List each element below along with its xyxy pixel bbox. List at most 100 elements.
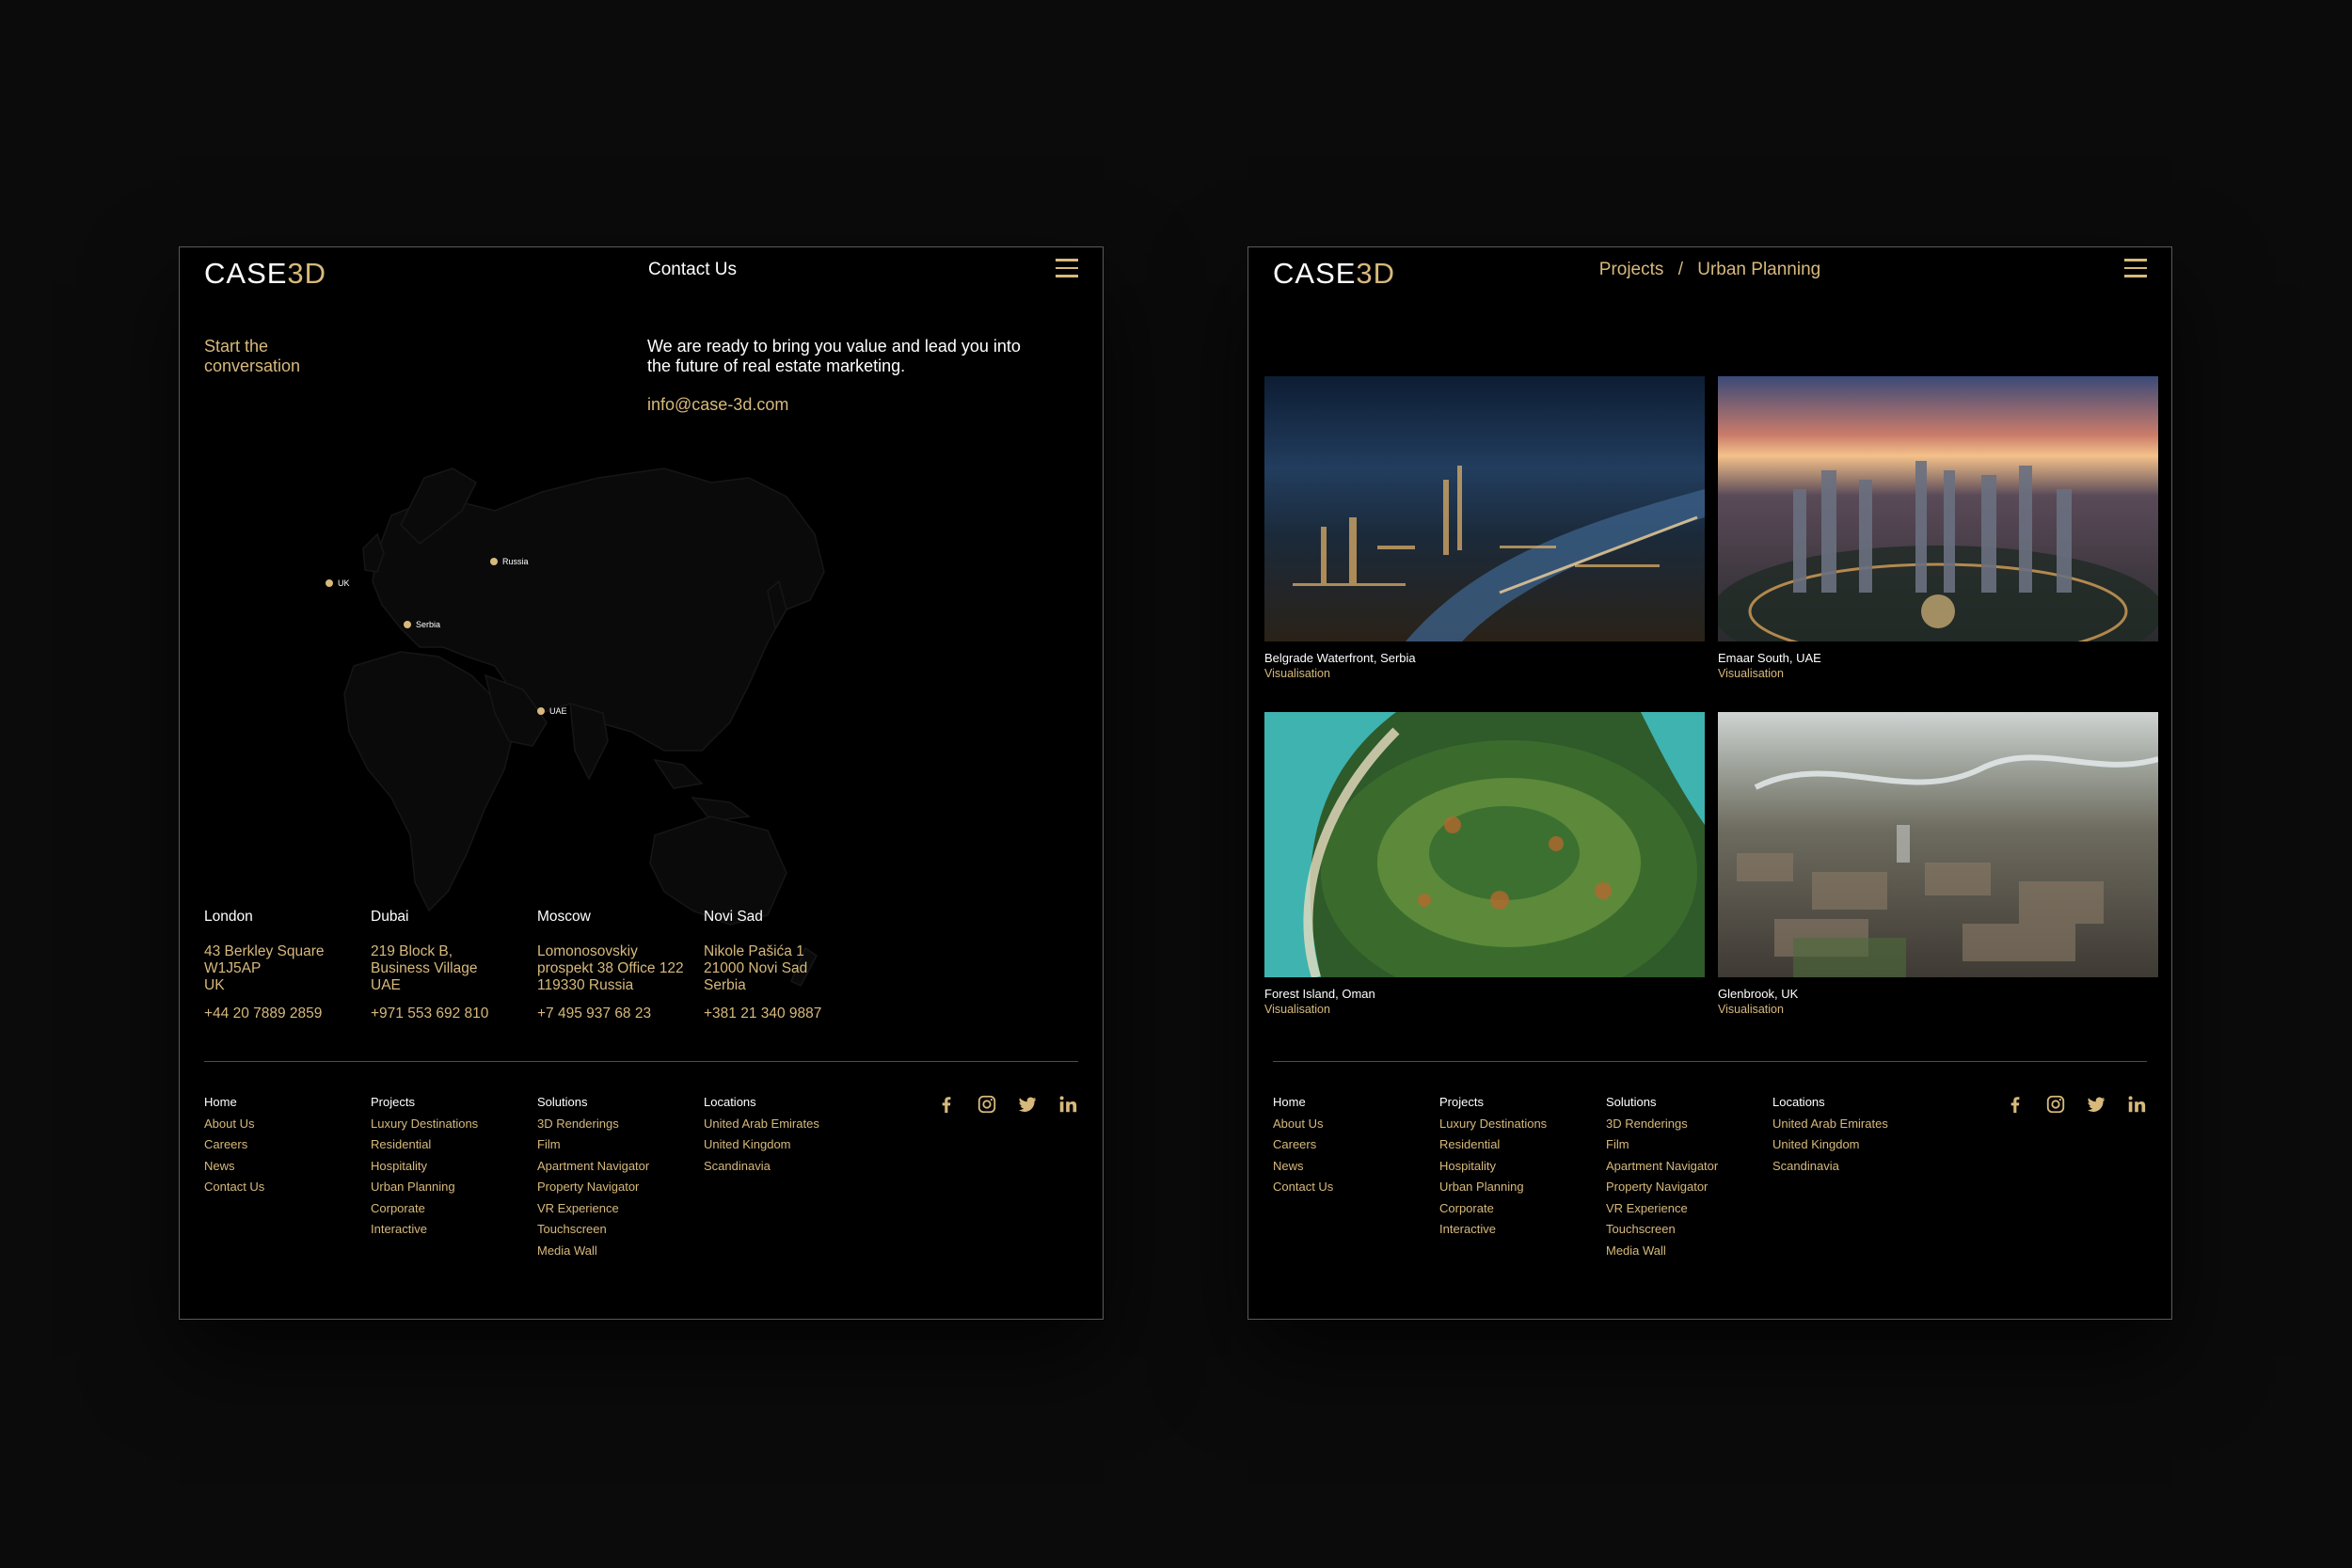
twitter-icon[interactable] [1017, 1094, 1038, 1115]
footer-heading[interactable]: Locations [1772, 1092, 1939, 1114]
office-city: Dubai [371, 909, 409, 925]
footer-link[interactable]: Contact Us [204, 1177, 371, 1198]
menu-icon[interactable] [1056, 259, 1078, 279]
footer-link[interactable]: About Us [1273, 1114, 1439, 1135]
footer-link[interactable]: 3D Renderings [537, 1114, 704, 1135]
footer-link[interactable]: Scandinavia [1772, 1156, 1939, 1178]
footer-nav: Home About Us Careers News Contact Us Pr… [1273, 1092, 1939, 1261]
address-line: Serbia [704, 977, 746, 993]
footer-link[interactable]: Apartment Navigator [537, 1156, 704, 1178]
office-address: Lomonosovskiy prospekt 38 Office 122 119… [537, 943, 704, 995]
linkedin-icon[interactable] [1057, 1094, 1078, 1115]
project-name: Emaar South, UAE [1718, 651, 1821, 665]
instagram-icon[interactable] [2045, 1094, 2066, 1115]
office-phone[interactable]: +971 553 692 810 [371, 1006, 537, 1022]
map-marker-uae[interactable]: UAE [537, 706, 567, 716]
footer-heading[interactable]: Locations [704, 1092, 870, 1114]
map-marker-russia[interactable]: Russia [490, 557, 529, 566]
breadcrumb-projects[interactable]: Projects [1599, 260, 1664, 279]
project-card-belgrade[interactable]: Belgrade Waterfront, Serbia Visualisatio… [1264, 376, 1705, 681]
project-card-emaar-south[interactable]: Emaar South, UAE Visualisation [1712, 376, 2164, 681]
footer-heading[interactable]: Home [204, 1092, 371, 1114]
footer-link[interactable]: Apartment Navigator [1606, 1156, 1772, 1178]
office-address: 43 Berkley Square W1J5AP UK [204, 943, 371, 995]
address-line: 219 Block B, [371, 943, 453, 959]
footer-link[interactable]: Touchscreen [537, 1219, 704, 1241]
facebook-icon[interactable] [2005, 1094, 2026, 1115]
footer-link[interactable]: United Arab Emirates [1772, 1114, 1939, 1135]
footer-divider [204, 1061, 1078, 1062]
office-phone[interactable]: +7 495 937 68 23 [537, 1006, 704, 1022]
footer-link[interactable]: Hospitality [371, 1156, 537, 1178]
map-marker-uk[interactable]: UK [326, 578, 350, 588]
footer-link[interactable]: News [1273, 1156, 1439, 1178]
footer-link[interactable]: Film [537, 1134, 704, 1156]
address-line: W1J5AP [204, 960, 262, 976]
marker-dot-icon [537, 707, 545, 715]
office-moscow: Moscow Lomonosovskiy prospekt 38 Office … [537, 909, 704, 1022]
office-city: London [204, 909, 253, 925]
footer-link[interactable]: Media Wall [537, 1241, 704, 1262]
project-card-forest-island[interactable]: Forest Island, Oman Visualisation [1264, 712, 1705, 1017]
footer-heading[interactable]: Home [1273, 1092, 1439, 1114]
footer-link[interactable]: News [204, 1156, 371, 1178]
menu-icon[interactable] [2124, 259, 2147, 279]
footer-heading[interactable]: Projects [1439, 1092, 1606, 1114]
footer-link[interactable]: Contact Us [1273, 1177, 1439, 1198]
footer-link[interactable]: Corporate [371, 1198, 537, 1220]
footer-link[interactable]: Touchscreen [1606, 1219, 1772, 1241]
office-phone[interactable]: +381 21 340 9887 [704, 1006, 870, 1022]
office-novi-sad: Novi Sad Nikole Pašića 1 21000 Novi Sad … [704, 909, 870, 1022]
office-list: London 43 Berkley Square W1J5AP UK +44 2… [204, 909, 870, 1022]
footer-link[interactable]: Hospitality [1439, 1156, 1606, 1178]
footer-link[interactable]: United Kingdom [704, 1134, 870, 1156]
footer-heading[interactable]: Projects [371, 1092, 537, 1114]
footer-link[interactable]: Media Wall [1606, 1241, 1772, 1262]
footer-link[interactable]: About Us [204, 1114, 371, 1135]
footer-link[interactable]: Careers [204, 1134, 371, 1156]
footer-link[interactable]: Careers [1273, 1134, 1439, 1156]
map-marker-serbia[interactable]: Serbia [404, 620, 440, 629]
footer-heading[interactable]: Solutions [1606, 1092, 1772, 1114]
footer-heading[interactable]: Solutions [537, 1092, 704, 1114]
logo[interactable]: CASE3D [204, 257, 326, 291]
office-city: Moscow [537, 909, 591, 925]
footer-link[interactable]: Interactive [1439, 1219, 1606, 1241]
footer-link[interactable]: Property Navigator [537, 1177, 704, 1198]
instagram-icon[interactable] [977, 1094, 997, 1115]
facebook-icon[interactable] [936, 1094, 957, 1115]
linkedin-icon[interactable] [2126, 1094, 2147, 1115]
office-phone[interactable]: +44 20 7889 2859 [204, 1006, 371, 1022]
footer-link[interactable]: Interactive [371, 1219, 537, 1241]
project-name: Forest Island, Oman [1264, 987, 1375, 1001]
footer-col-solutions: Solutions 3D Renderings Film Apartment N… [1606, 1092, 1772, 1261]
marker-label: Russia [502, 557, 529, 566]
footer-link[interactable]: 3D Renderings [1606, 1114, 1772, 1135]
footer-link[interactable]: Scandinavia [704, 1156, 870, 1178]
footer-link[interactable]: Urban Planning [371, 1177, 537, 1198]
footer-link[interactable]: Corporate [1439, 1198, 1606, 1220]
project-name: Glenbrook, UK [1718, 987, 1799, 1001]
project-type: Visualisation [1264, 1003, 1330, 1016]
footer-col-solutions: Solutions 3D Renderings Film Apartment N… [537, 1092, 704, 1261]
footer-link[interactable]: Luxury Destinations [371, 1114, 537, 1135]
footer-link[interactable]: Property Navigator [1606, 1177, 1772, 1198]
footer-link[interactable]: Luxury Destinations [1439, 1114, 1606, 1135]
footer-divider [1273, 1061, 2147, 1062]
project-image [1712, 376, 2164, 677]
footer-link[interactable]: Film [1606, 1134, 1772, 1156]
breadcrumb-current[interactable]: Urban Planning [1697, 260, 1820, 279]
address-line: 21000 Novi Sad [704, 960, 808, 976]
footer-link[interactable]: VR Experience [1606, 1198, 1772, 1220]
footer-link[interactable]: VR Experience [537, 1198, 704, 1220]
twitter-icon[interactable] [2086, 1094, 2106, 1115]
footer-link[interactable]: United Arab Emirates [704, 1114, 870, 1135]
footer-link[interactable]: Residential [371, 1134, 537, 1156]
address-line: 43 Berkley Square [204, 943, 325, 959]
footer-link[interactable]: United Kingdom [1772, 1134, 1939, 1156]
email-link[interactable]: info@case-3d.com [647, 395, 788, 415]
project-card-glenbrook[interactable]: Glenbrook, UK Visualisation [1718, 712, 2159, 1017]
office-address: Nikole Pašića 1 21000 Novi Sad Serbia [704, 943, 870, 995]
footer-link[interactable]: Residential [1439, 1134, 1606, 1156]
footer-link[interactable]: Urban Planning [1439, 1177, 1606, 1198]
